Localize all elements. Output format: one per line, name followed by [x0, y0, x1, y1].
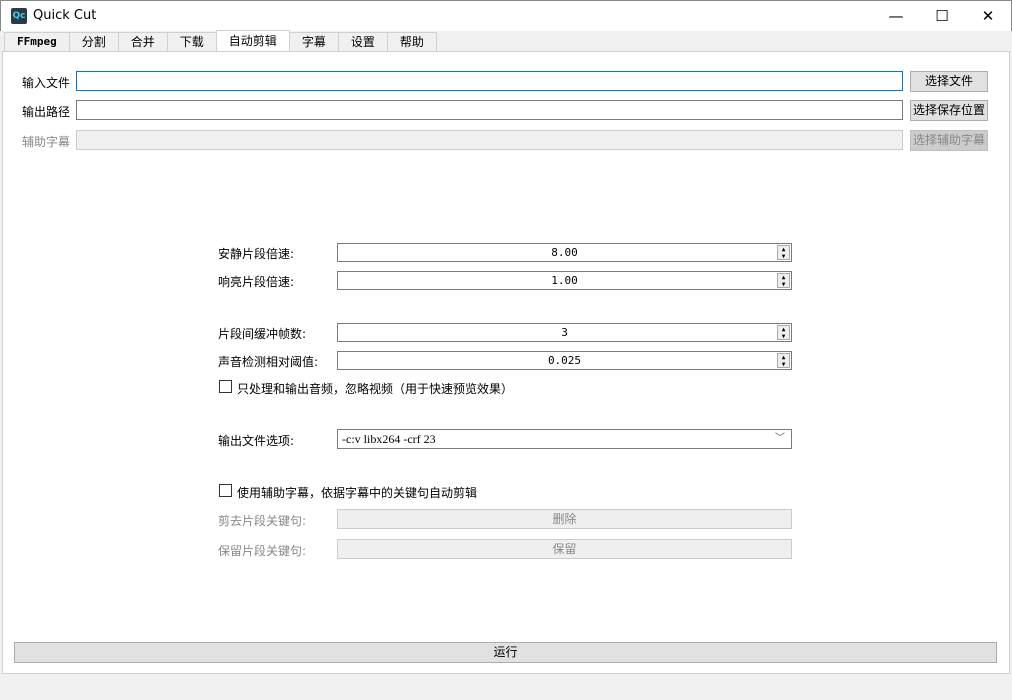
close-button[interactable]: ✕ — [965, 1, 1011, 31]
select-save-location-button[interactable]: 选择保存位置 — [910, 100, 988, 121]
input-file-field[interactable] — [76, 71, 903, 91]
tab-subtitles[interactable]: 字幕 — [288, 32, 339, 51]
output-path-field[interactable] — [76, 100, 903, 120]
tab-merge[interactable]: 合并 — [117, 32, 168, 51]
buffer-frames-spinbox[interactable]: 3 ▲ ▼ — [337, 323, 792, 342]
spin-arrows-icon[interactable]: ▲ ▼ — [777, 245, 790, 260]
tab-ffmpeg[interactable]: FFmpeg — [4, 32, 70, 51]
cut-keyword-field[interactable]: 删除 — [337, 509, 792, 529]
tab-download[interactable]: 下载 — [166, 32, 217, 51]
output-path-label: 输出路径 — [22, 105, 71, 119]
select-subtitle-button[interactable]: 选择辅助字幕 — [910, 130, 988, 151]
subtitle-file-label: 辅助字幕 — [22, 135, 71, 149]
loud-speed-spinbox[interactable]: 1.00 ▲ ▼ — [337, 271, 792, 290]
tab-bar: FFmpeg 分割 合并 下载 自动剪辑 字幕 设置 帮助 — [4, 30, 437, 51]
loud-speed-value: 1.00 — [551, 274, 578, 287]
tab-help[interactable]: 帮助 — [386, 32, 437, 51]
spin-arrows-icon[interactable]: ▲ ▼ — [777, 353, 790, 368]
cut-keyword-label: 剪去片段关键句: — [218, 514, 307, 528]
minimize-button[interactable]: — — [873, 1, 919, 31]
quiet-speed-spinbox[interactable]: 8.00 ▲ ▼ — [337, 243, 792, 262]
tab-auto-edit[interactable]: 自动剪辑 — [215, 30, 290, 51]
keep-keyword-label: 保留片段关键句: — [218, 544, 307, 558]
title-bar: Qc Quick Cut — ☐ ✕ — [0, 0, 1012, 31]
spin-arrows-icon[interactable]: ▲ ▼ — [777, 325, 790, 340]
tab-split[interactable]: 分割 — [68, 32, 119, 51]
output-options-combobox[interactable]: -c:v libx264 -crf 23 ﹀ — [337, 429, 792, 449]
quiet-speed-label: 安静片段倍速: — [218, 247, 295, 261]
audio-only-checkbox[interactable] — [219, 380, 232, 393]
threshold-spinbox[interactable]: 0.025 ▲ ▼ — [337, 351, 792, 370]
tab-settings[interactable]: 设置 — [337, 32, 388, 51]
keep-keyword-field[interactable]: 保留 — [337, 539, 792, 559]
audio-only-label: 只处理和输出音频，忽略视频（用于快速预览效果） — [237, 382, 514, 396]
window-title: Quick Cut — [33, 8, 97, 23]
select-file-button[interactable]: 选择文件 — [910, 71, 988, 92]
buffer-frames-value: 3 — [561, 326, 568, 339]
loud-speed-label: 响亮片段倍速: — [218, 275, 295, 289]
app-logo-icon: Qc — [11, 8, 27, 24]
output-options-label: 输出文件选项: — [218, 434, 295, 448]
quiet-speed-value: 8.00 — [551, 246, 578, 259]
use-subtitle-label: 使用辅助字幕，依据字幕中的关键句自动剪辑 — [237, 486, 478, 500]
chevron-down-icon: ﹀ — [775, 433, 785, 444]
use-subtitle-checkbox[interactable] — [219, 484, 232, 497]
output-options-value: -c:v libx264 -crf 23 — [342, 432, 436, 446]
buffer-frames-label: 片段间缓冲帧数: — [218, 327, 307, 341]
threshold-value: 0.025 — [547, 354, 582, 367]
spin-arrows-icon[interactable]: ▲ ▼ — [777, 273, 790, 288]
input-file-label: 输入文件 — [22, 76, 71, 90]
subtitle-file-field[interactable] — [76, 130, 903, 150]
maximize-button[interactable]: ☐ — [919, 1, 965, 31]
threshold-label: 声音检测相对阈值: — [218, 355, 319, 369]
run-button[interactable]: 运行 — [14, 642, 997, 663]
